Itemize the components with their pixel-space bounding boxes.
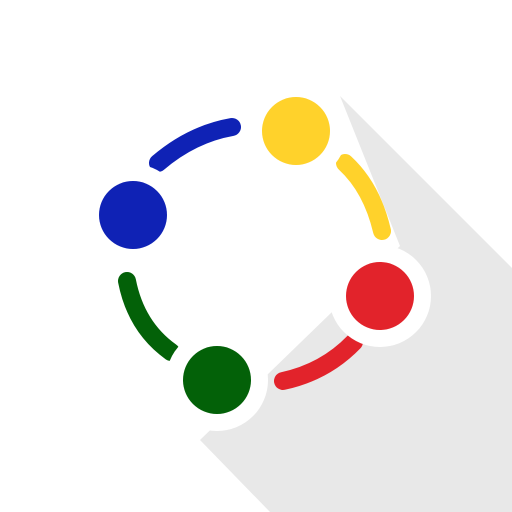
blue-arc-segment [149,118,241,172]
yellow-node [262,97,330,165]
green-arc-segment [118,272,180,361]
app-icon-canvas [0,0,512,512]
blue-node [99,181,167,249]
connected-circles-ring-icon [82,80,512,512]
red-node [346,262,414,330]
green-node [183,346,251,414]
